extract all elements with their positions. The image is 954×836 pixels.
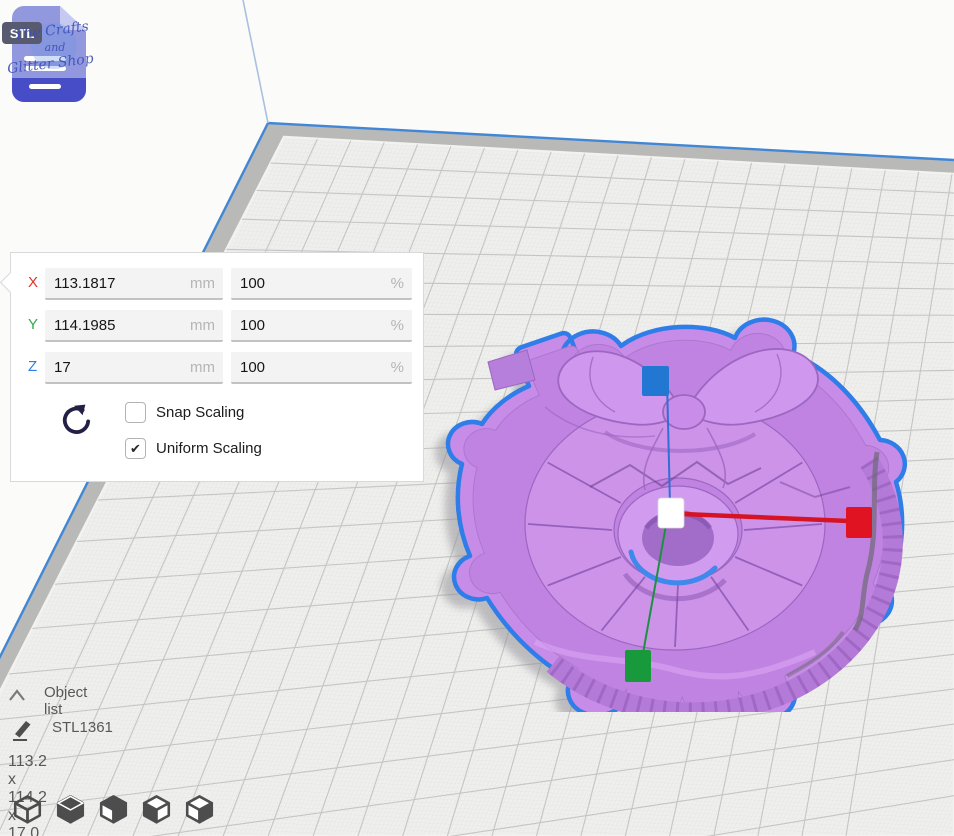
file-icon-band [12,78,86,102]
scale-row-z: Z mm % [11,352,423,382]
scale-x-percent-input[interactable] [231,268,412,298]
cube-top-icon [98,793,129,827]
scale-z-mm-input[interactable] [45,352,223,382]
reset-scale-button[interactable] [59,403,95,441]
view-left-button[interactable] [141,793,172,827]
stl-file-icon: STL The Crafts and Glitter Shop [2,2,96,104]
view-front-button[interactable] [55,793,86,827]
scale-row-y: Y mm % [11,310,423,340]
scale-tool-panel: X mm % Y mm % Z mm [10,252,424,482]
scale-y-mm-input[interactable] [45,310,223,340]
y-axis-line [642,525,666,659]
z-axis-label: Z [28,358,37,376]
x-axis-label: X [28,274,38,292]
checkmark-icon: ✔ [130,441,141,456]
object-list-title[interactable]: Object list [44,684,87,718]
cura-3d-viewport: STL The Crafts and Glitter Shop X mm % Y [0,0,954,836]
scale-y-percent-input[interactable] [231,310,412,340]
collapse-chevron-icon[interactable] [6,687,28,703]
scale-handle-z[interactable] [642,366,669,396]
uniform-scaling-checkbox[interactable]: ✔ [125,438,146,459]
view-top-button[interactable] [98,793,129,827]
cube-3d-icon [12,793,43,827]
camera-view-toolbar [12,793,215,827]
z-axis-line [667,381,670,505]
scale-handle-y[interactable] [625,650,651,682]
edit-pencil-icon[interactable] [10,714,36,742]
uniform-scaling-label: Uniform Scaling [156,440,262,457]
cube-left-icon [141,793,172,827]
object-list-item[interactable]: STL1361 [52,719,113,736]
cube-right-icon [184,793,215,827]
cube-front-icon [55,793,86,827]
scale-row-x: X mm % [11,268,423,298]
scale-z-percent-input[interactable] [231,352,412,382]
y-axis-label: Y [28,316,38,334]
snap-scaling-checkbox[interactable] [125,402,146,423]
scale-handle-center[interactable] [658,498,684,528]
x-axis-line [683,514,849,521]
view-right-button[interactable] [184,793,215,827]
svg-text:and: and [45,41,66,54]
view-3d-button[interactable] [12,793,43,827]
scale-handle-x[interactable] [846,507,872,538]
scale-x-mm-input[interactable] [45,268,223,298]
snap-scaling-label: Snap Scaling [156,404,244,421]
